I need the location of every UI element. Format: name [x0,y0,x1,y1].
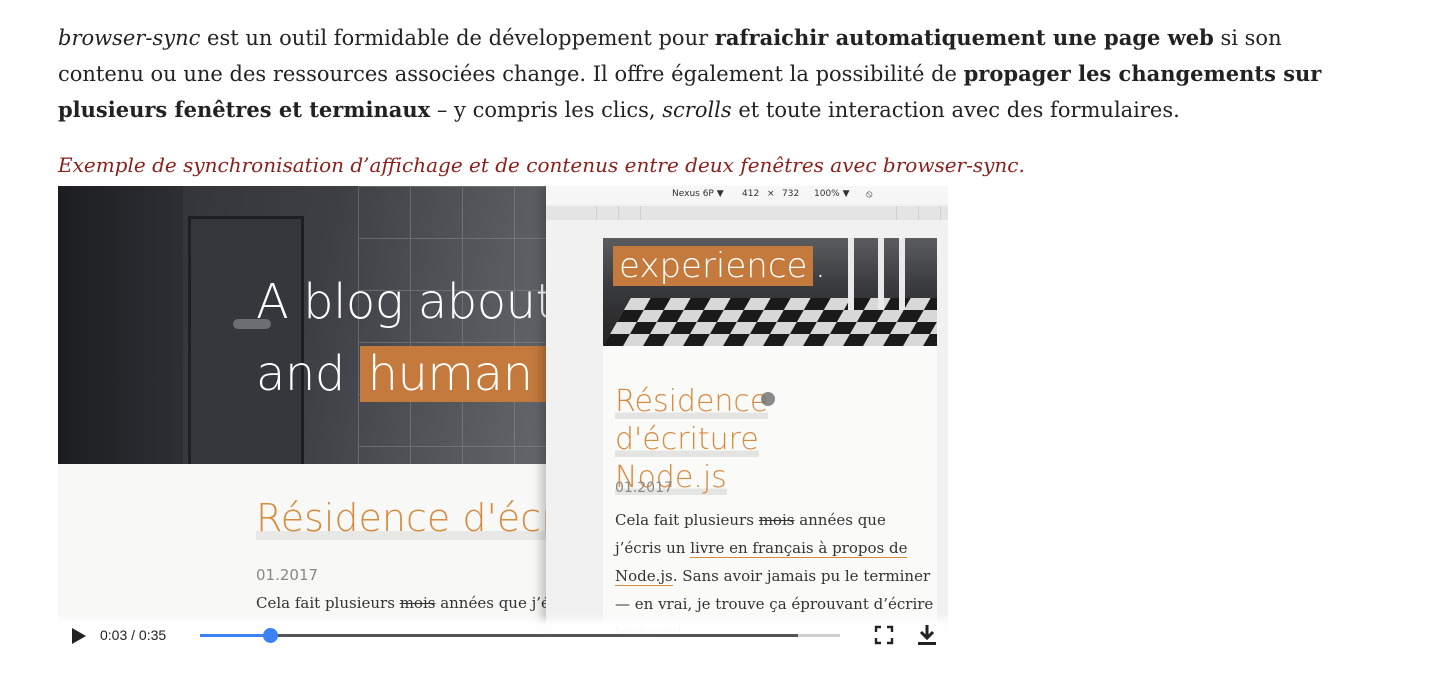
video-seek-bar[interactable] [200,628,840,643]
device-screen: experience . Résidence d'écriture Node.js… [603,238,937,656]
desktop-post-date: 01.2017 [256,566,319,584]
device-rulers [546,206,948,220]
video-played [200,634,270,637]
video-controls: 0:03 / 0:35 [58,614,948,656]
device-height: 732 [782,189,800,199]
intro-paragraph: browser-sync est un outil formidable de … [58,20,1358,128]
sync-cursor-icon [761,392,775,406]
dimension-times: × [767,189,775,199]
device-post-date: 01.2017 [615,480,673,496]
intro-text: est un outil formidable de développement… [200,26,715,50]
intro-text: – y compris les clics, [430,98,663,122]
video-seek-thumb[interactable] [262,628,278,643]
intro-text: et toute interaction avec des formulaire… [731,98,1180,122]
intro-italic-scrolls: scrolls [662,98,732,122]
video-buffered [200,634,799,637]
cabinet-door [188,216,304,470]
demo-video[interactable]: A blog about and human ex Résidence d'éc… [58,186,948,656]
fullscreen-icon[interactable] [874,625,894,645]
desktop-headline-line1: A blog about [256,274,554,330]
device-select: Nexus 6P ▼ [672,189,724,199]
rotate-icon: ⦸ [866,189,873,200]
video-time: 0:03 / 0:35 [100,627,167,643]
intro-bold-refresh: rafraichir automatiquement une page web [714,25,1214,50]
device-emulator-window: Nexus 6P ▼ 412 × 732 100% ▼ ⦸ experience… [546,186,948,656]
device-hero-image: experience . [603,238,937,346]
device-hero-dot: . [815,246,826,286]
device-width: 412 [742,189,760,199]
zoom-select: 100% ▼ [814,189,850,199]
device-hero-word: experience [613,246,814,286]
play-icon[interactable] [72,628,86,644]
download-icon[interactable] [916,623,938,647]
device-toolbar: Nexus 6P ▼ 412 × 732 100% ▼ ⦸ [546,186,948,204]
video-caption: Exemple de synchronisation d’affichage e… [58,153,1025,177]
desktop-post-excerpt: Cela fait plusieurs mois années que j’éc… [256,594,571,612]
intro-tool-name: browser-sync [58,26,201,50]
